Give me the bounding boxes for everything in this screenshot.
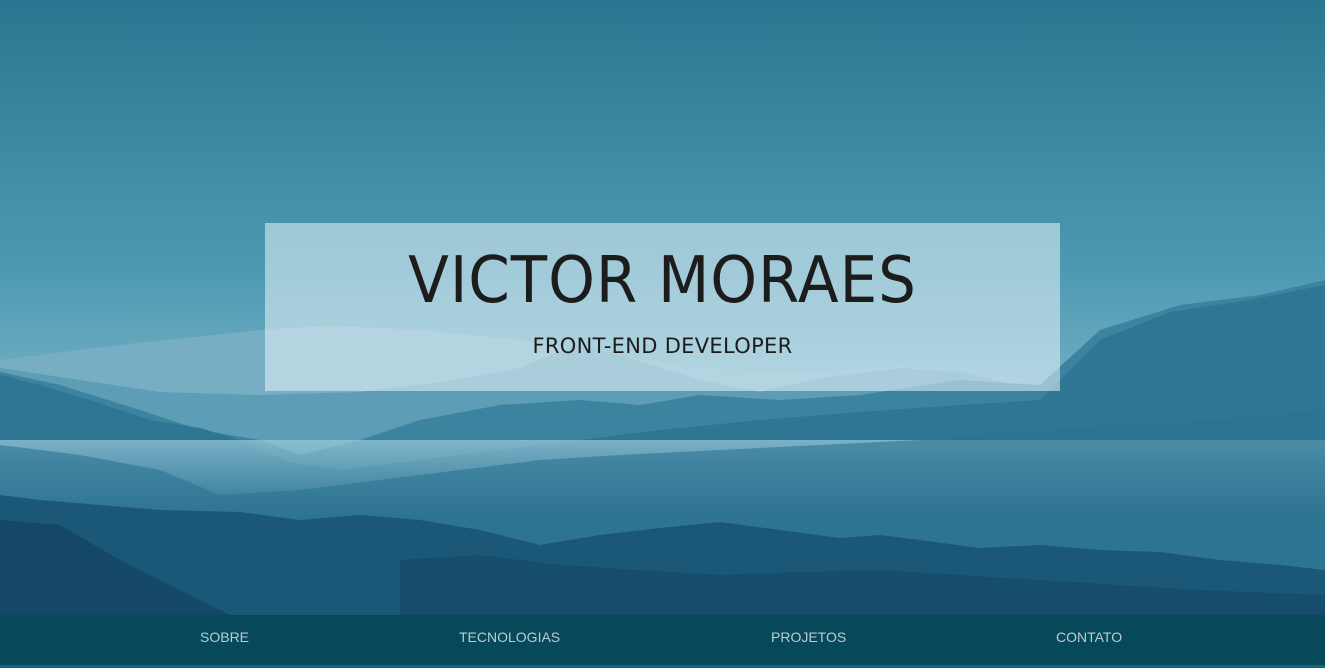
hero-title-box: VICTOR MORAES FRONT-END DEVELOPER: [265, 223, 1060, 391]
nav-link-tecnologias[interactable]: TECNOLOGIAS: [459, 629, 560, 645]
nav-link-sobre[interactable]: SOBRE: [200, 629, 249, 645]
hero-section: VICTOR MORAES FRONT-END DEVELOPER: [0, 0, 1325, 615]
hero-role: FRONT-END DEVELOPER: [532, 334, 793, 358]
hero-name: VICTOR MORAES: [408, 244, 917, 318]
nav-link-projetos[interactable]: PROJETOS: [771, 629, 846, 645]
bottom-navbar: SOBRE TECNOLOGIAS PROJETOS CONTATO: [0, 615, 1325, 668]
nav-link-contato[interactable]: CONTATO: [1056, 629, 1122, 645]
